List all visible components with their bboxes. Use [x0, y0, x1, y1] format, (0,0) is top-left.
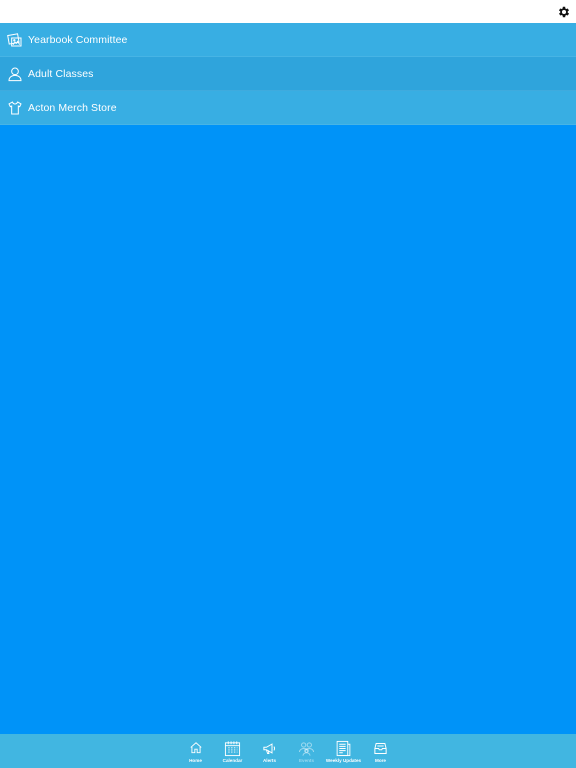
gear-icon — [558, 6, 569, 17]
list-item-acton-merch-store[interactable]: Acton Merch Store — [0, 91, 576, 125]
tab-label: More — [375, 758, 386, 763]
tab-bar: Home Calendar Alerts Events Weekly Updat… — [0, 734, 576, 768]
tab-events[interactable]: Events — [288, 734, 325, 768]
list-item-label: Adult Classes — [28, 67, 94, 80]
menu-list: Yearbook Committee Adult Classes Acton M… — [0, 23, 576, 125]
tab-label: Weekly Updates — [325, 758, 362, 763]
tab-home[interactable]: Home — [177, 734, 214, 768]
list-item-adult-classes[interactable]: Adult Classes — [0, 57, 576, 91]
list-item-label: Yearbook Committee — [28, 33, 128, 46]
photos-icon — [6, 31, 23, 48]
tray-icon — [372, 739, 390, 757]
user-icon — [6, 65, 23, 82]
tab-calendar[interactable]: Calendar — [214, 734, 251, 768]
tab-label: Calendar — [222, 758, 243, 763]
megaphone-icon — [261, 739, 279, 757]
tab-alerts[interactable]: Alerts — [251, 734, 288, 768]
settings-button[interactable] — [555, 3, 572, 20]
tab-label: Events — [298, 758, 315, 763]
tab-weekly-updates[interactable]: Weekly Updates — [325, 734, 362, 768]
list-item-yearbook-committee[interactable]: Yearbook Committee — [0, 23, 576, 57]
home-icon — [187, 739, 205, 757]
people-icon — [298, 739, 316, 757]
list-item-label: Acton Merch Store — [28, 101, 117, 114]
calendar-icon — [224, 739, 242, 757]
tshirt-icon — [6, 99, 23, 116]
document-icon — [335, 739, 353, 757]
tab-more[interactable]: More — [362, 734, 399, 768]
top-bar — [0, 0, 576, 23]
tab-label: Home — [189, 758, 202, 763]
tab-label: Alerts — [262, 758, 277, 763]
